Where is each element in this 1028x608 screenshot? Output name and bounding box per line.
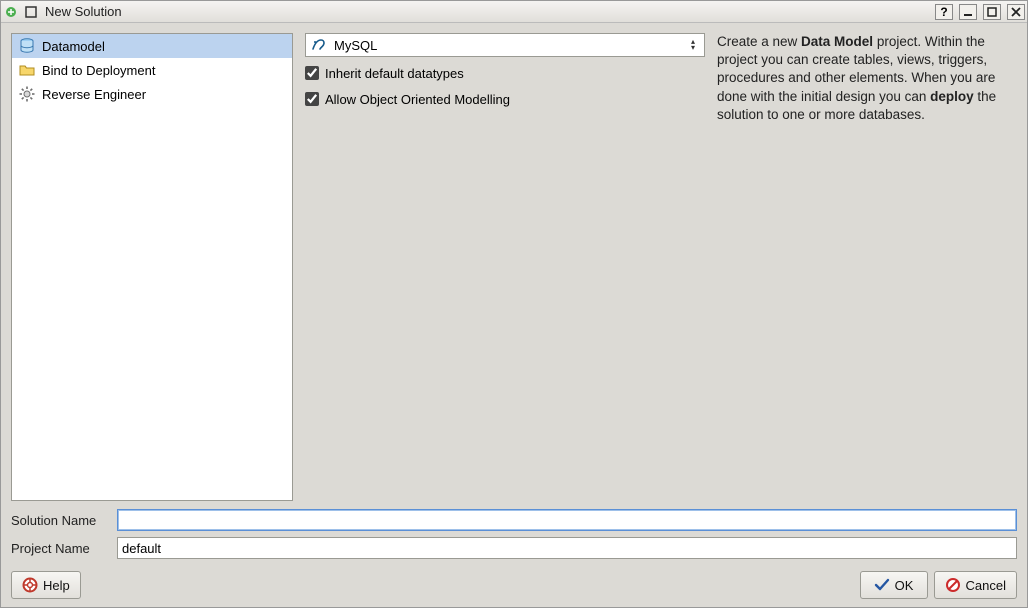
help-button[interactable]: Help xyxy=(11,571,81,599)
check-icon xyxy=(874,577,890,593)
checkbox-inherit-datatypes[interactable]: Inherit default datatypes xyxy=(305,63,705,83)
solution-name-row: Solution Name xyxy=(11,509,1017,531)
desc-bold: deploy xyxy=(930,89,974,104)
app-icon xyxy=(23,4,39,20)
gear-icon xyxy=(18,85,36,103)
solution-type-list[interactable]: Datamodel Bind to Deployment Reverse Eng… xyxy=(11,33,293,501)
config-panel: MySQL ▴▾ Inherit default datatypes Allow… xyxy=(305,33,705,501)
description-panel: Create a new Data Model project. Within … xyxy=(717,33,1017,501)
solution-name-input[interactable] xyxy=(117,509,1017,531)
project-name-row: Project Name xyxy=(11,537,1017,559)
lifebuoy-icon xyxy=(22,577,38,593)
solution-name-label: Solution Name xyxy=(11,513,111,528)
cancel-button[interactable]: Cancel xyxy=(934,571,1017,599)
minimize-button[interactable] xyxy=(959,4,977,20)
spinner-arrows-icon: ▴▾ xyxy=(686,39,700,51)
button-label: Cancel xyxy=(966,578,1006,593)
project-name-label: Project Name xyxy=(11,541,111,556)
desc-bold: Data Model xyxy=(801,34,873,49)
cancel-icon xyxy=(945,577,961,593)
titlebar: New Solution ? xyxy=(1,1,1027,23)
mysql-icon xyxy=(310,36,328,54)
help-titlebar-button[interactable]: ? xyxy=(935,4,953,20)
list-item-reverse-engineer[interactable]: Reverse Engineer xyxy=(12,82,292,106)
top-area: Datamodel Bind to Deployment Reverse Eng… xyxy=(11,33,1017,501)
button-label: Help xyxy=(43,578,70,593)
checkbox-label: Allow Object Oriented Modelling xyxy=(325,92,510,107)
dropdown-selected-label: MySQL xyxy=(334,38,680,53)
dialog-window: New Solution ? Datamodel xyxy=(0,0,1028,608)
list-item-bind-deployment[interactable]: Bind to Deployment xyxy=(12,58,292,82)
project-name-input[interactable] xyxy=(117,537,1017,559)
checkbox-label: Inherit default datatypes xyxy=(325,66,464,81)
folder-icon xyxy=(18,61,36,79)
dialog-content: Datamodel Bind to Deployment Reverse Eng… xyxy=(1,23,1027,607)
checkbox-input[interactable] xyxy=(305,66,319,80)
button-label: OK xyxy=(895,578,914,593)
database-icon xyxy=(18,37,36,55)
window-title: New Solution xyxy=(43,4,929,19)
list-item-datamodel[interactable]: Datamodel xyxy=(12,34,292,58)
checkbox-allow-oom[interactable]: Allow Object Oriented Modelling xyxy=(305,89,705,109)
new-indicator-icon xyxy=(3,4,19,20)
button-bar: Help OK Cancel xyxy=(11,567,1017,599)
database-type-dropdown[interactable]: MySQL ▴▾ xyxy=(305,33,705,57)
ok-button[interactable]: OK xyxy=(860,571,928,599)
list-item-label: Bind to Deployment xyxy=(42,63,155,78)
list-item-label: Reverse Engineer xyxy=(42,87,146,102)
maximize-button[interactable] xyxy=(983,4,1001,20)
desc-text: Create a new xyxy=(717,34,801,49)
form-area: Solution Name Project Name xyxy=(11,509,1017,559)
close-button[interactable] xyxy=(1007,4,1025,20)
list-item-label: Datamodel xyxy=(42,39,105,54)
checkbox-input[interactable] xyxy=(305,92,319,106)
